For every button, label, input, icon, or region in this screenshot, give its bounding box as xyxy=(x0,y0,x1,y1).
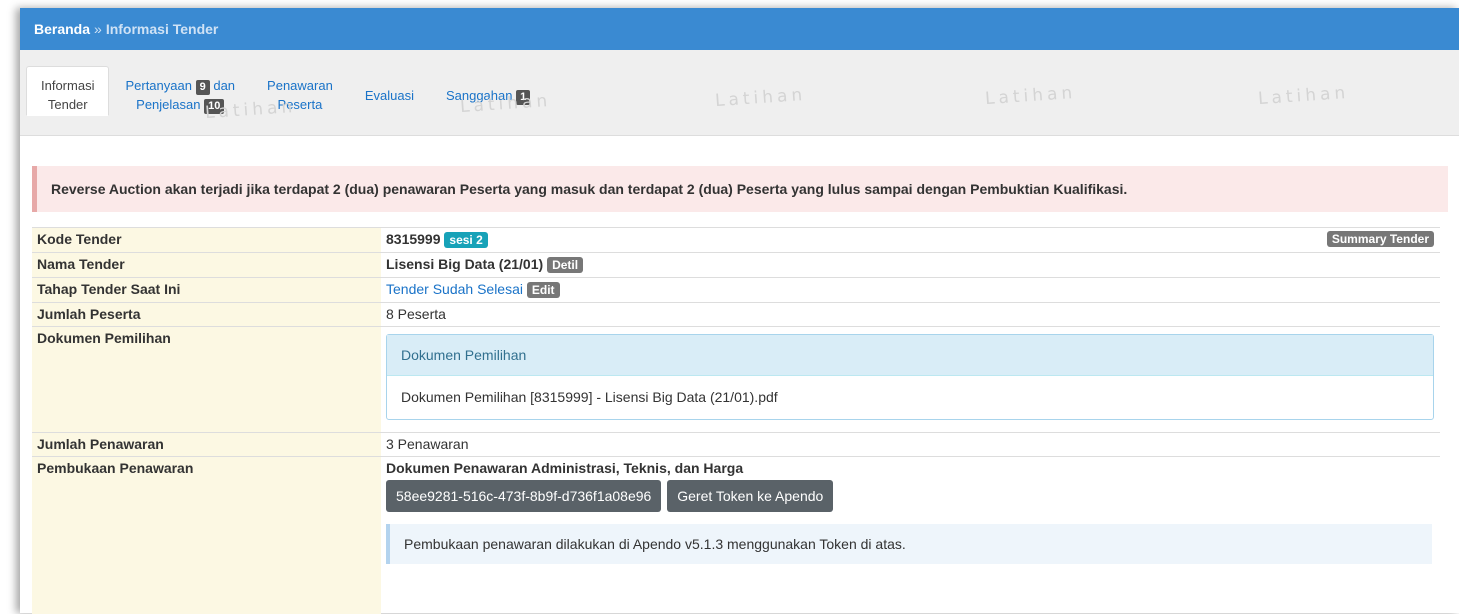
row-label: Dokumen Pemilihan xyxy=(32,327,381,433)
document-panel: Dokumen Pemilihan Dokumen Pemilihan [831… xyxy=(386,334,1434,420)
tab-label: Penawaran xyxy=(267,76,333,95)
breadcrumb-current: Informasi Tender xyxy=(106,21,219,37)
session-badge: sesi 2 xyxy=(444,232,487,248)
tender-stage-link[interactable]: Tender Sudah Selesai xyxy=(386,281,523,297)
tab-penawaran-peserta[interactable]: Penawaran Peserta xyxy=(251,66,349,124)
edit-stage-button[interactable]: Edit xyxy=(527,282,560,298)
breadcrumb: Beranda » Informasi Tender xyxy=(20,8,1459,50)
token-button[interactable]: 58ee9281-516c-473f-8b9f-d736f1a08e96 xyxy=(386,480,661,512)
table-row: Nama Tender Lisensi Big Data (21/01) Det… xyxy=(32,253,1440,278)
offer-documents-title: Dokumen Penawaran Administrasi, Teknis, … xyxy=(386,460,1434,476)
apendo-note: Pembukaan penawaran dilakukan di Apendo … xyxy=(386,524,1432,564)
tab-evaluasi[interactable]: Evaluasi xyxy=(349,66,430,115)
tab-label: Tender xyxy=(41,95,94,114)
tender-code: 8315999 xyxy=(386,231,441,247)
tab-sanggahan[interactable]: Sanggahan 1 xyxy=(430,66,546,115)
tab-label: Evaluasi xyxy=(365,88,414,103)
tab-label: Pertanyaan xyxy=(125,78,192,93)
table-row: Dokumen Pemilihan Dokumen Pemilihan Doku… xyxy=(32,327,1440,433)
table-row: Jumlah Peserta 8 Peserta xyxy=(32,303,1440,327)
tab-label: Informasi xyxy=(41,76,94,95)
row-label: Tahap Tender Saat Ini xyxy=(32,278,381,303)
row-label: Jumlah Peserta xyxy=(32,303,381,327)
detail-button[interactable]: Detil xyxy=(547,257,583,273)
row-label: Nama Tender xyxy=(32,253,381,278)
document-file-link[interactable]: Dokumen Pemilihan [8315999] - Lisensi Bi… xyxy=(387,376,1433,419)
row-label: Jumlah Penawaran xyxy=(32,433,381,457)
row-label: Kode Tender xyxy=(32,228,381,253)
summary-tender-button[interactable]: Summary Tender xyxy=(1327,231,1434,247)
objection-count-badge: 1 xyxy=(516,90,530,105)
table-row: Kode Tender 8315999 sesi 2 Summary Tende… xyxy=(32,228,1440,253)
tender-info-table: Kode Tender 8315999 sesi 2 Summary Tende… xyxy=(32,227,1440,614)
tender-name: Lisensi Big Data (21/01) xyxy=(386,256,543,272)
tab-label: Peserta xyxy=(267,95,333,114)
question-count-badge: 9 xyxy=(196,80,210,95)
table-row: Jumlah Penawaran 3 Penawaran xyxy=(32,433,1440,457)
tab-pertanyaan-penjelasan[interactable]: Pertanyaan 9 dan Penjelasan 10 xyxy=(109,66,251,124)
tab-bar: Informasi Tender Pertanyaan 9 dan Penjel… xyxy=(20,50,1459,136)
tab-informasi-tender[interactable]: Informasi Tender xyxy=(26,66,109,116)
participant-count: 8 Peserta xyxy=(381,303,1440,327)
panel-title: Dokumen Pemilihan xyxy=(387,335,1433,376)
reverse-auction-alert: Reverse Auction akan terjadi jika terdap… xyxy=(32,166,1448,212)
table-row: Pembukaan Penawaran Dokumen Penawaran Ad… xyxy=(32,457,1440,614)
explanation-count-badge: 10 xyxy=(204,99,224,114)
breadcrumb-separator: » xyxy=(94,21,102,37)
breadcrumb-home[interactable]: Beranda xyxy=(34,21,90,37)
tab-label: Penjelasan xyxy=(136,97,200,112)
tab-label: dan xyxy=(213,78,235,93)
offer-count: 3 Penawaran xyxy=(381,433,1440,457)
drag-token-button[interactable]: Geret Token ke Apendo xyxy=(667,480,833,512)
tab-label: Sanggahan xyxy=(446,88,513,103)
main-frame: Beranda » Informasi Tender Informasi Ten… xyxy=(20,8,1459,613)
row-label: Pembukaan Penawaran xyxy=(32,457,381,614)
table-row: Tahap Tender Saat Ini Tender Sudah Seles… xyxy=(32,278,1440,303)
